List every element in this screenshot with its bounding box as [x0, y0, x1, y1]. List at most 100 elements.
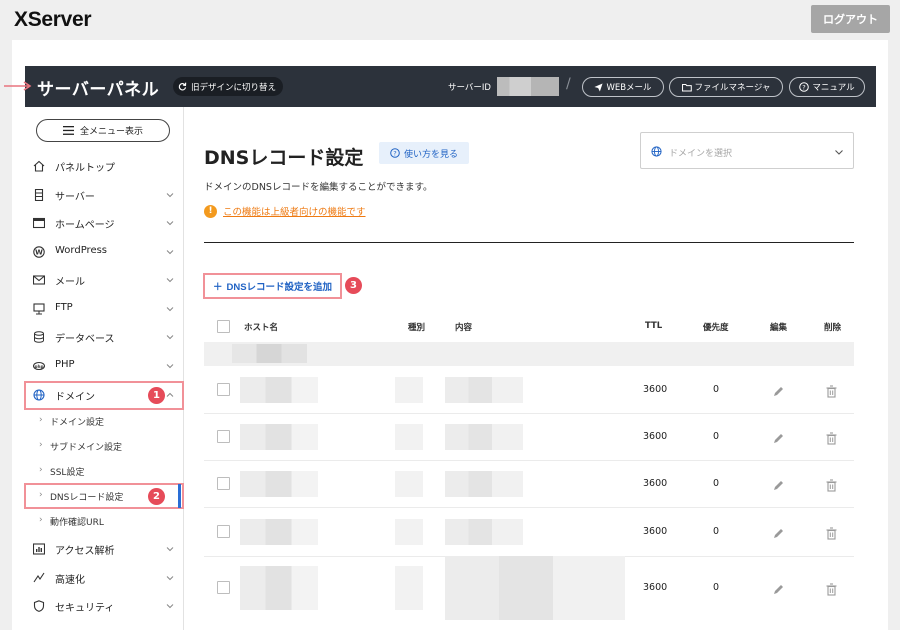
row-priority: 0 [713, 526, 720, 537]
edit-icon[interactable] [772, 581, 785, 594]
manual-label: マニュアル [812, 83, 855, 93]
chevron-right-icon: › [39, 465, 43, 475]
sidebar-item-panel-top[interactable]: パネルトップ [25, 152, 183, 180]
chevron-down-icon [166, 221, 174, 226]
column-header-ttl: TTL [645, 321, 663, 331]
edit-icon[interactable] [772, 477, 785, 490]
column-header-type: 種別 [408, 323, 426, 333]
active-indicator [178, 484, 181, 508]
redacted-type [395, 424, 423, 450]
column-header-delete: 削除 [824, 323, 842, 333]
window-icon [33, 217, 45, 229]
domain-select-placeholder: ドメインを選択 [669, 149, 733, 159]
sidebar-item-security[interactable]: セキュリティ [25, 592, 183, 620]
sidebar-sub-test-url[interactable]: › 動作確認URL [25, 510, 183, 534]
wordpress-icon: W [33, 246, 45, 258]
sidebar-item-label: メール [55, 277, 85, 288]
sidebar-item-database[interactable]: データベース [25, 323, 183, 351]
row-checkbox[interactable] [217, 383, 230, 396]
file-manager-button[interactable]: ファイルマネージャ [669, 77, 783, 97]
webmail-label: WEBメール [606, 83, 652, 93]
sidebar-item-server[interactable]: サーバー [25, 181, 183, 209]
howto-button[interactable]: ? 使い方を見る [379, 142, 469, 164]
sub-item-label: ドメイン設定 [50, 418, 105, 428]
row-ttl: 3600 [643, 384, 668, 395]
chevron-down-icon [166, 576, 174, 581]
sidebar-item-php[interactable]: php PHP [25, 352, 183, 380]
sidebar-item-access-analysis[interactable]: アクセス解析 [25, 535, 183, 563]
redacted-content [445, 556, 625, 620]
sidebar-sub-subdomain-settings[interactable]: › サブドメイン設定 [25, 435, 183, 459]
chevron-down-icon [166, 364, 174, 369]
file-manager-label[interactable]: ファイルマネージャ [695, 81, 771, 93]
webmail-button[interactable]: WEBメール [582, 77, 664, 97]
row-checkbox[interactable] [217, 581, 230, 594]
edit-icon[interactable] [772, 383, 785, 396]
chevron-down-icon [835, 150, 843, 155]
annotation-badge-1: 1 [148, 387, 165, 404]
row-separator [204, 460, 854, 461]
page-title: DNSレコード設定 [204, 147, 364, 169]
separator-slash: / [566, 76, 571, 92]
sidebar-item-label: FTP [55, 302, 73, 313]
trash-icon[interactable] [825, 477, 838, 492]
warning-icon: ! [204, 204, 217, 218]
chevron-down-icon [166, 604, 174, 609]
row-priority: 0 [713, 582, 720, 593]
redacted-content [445, 377, 523, 403]
redacted-domain-name [232, 344, 307, 363]
chevron-right-icon: › [39, 515, 43, 525]
logout-button[interactable]: ログアウト [811, 5, 890, 33]
manual-button[interactable]: ? マニュアル [789, 77, 865, 97]
sidebar-item-label: PHP [55, 359, 75, 370]
warning-link[interactable]: この機能は上級者向けの機能です [223, 204, 366, 218]
add-dns-record-button[interactable]: ＋ DNSレコード設定を追加 [203, 273, 342, 299]
sidebar-item-homepage[interactable]: ホームページ [25, 209, 183, 237]
sidebar-item-wordpress[interactable]: W WordPress [25, 238, 183, 266]
shield-icon [33, 600, 45, 612]
trash-icon[interactable] [825, 581, 838, 596]
sidebar-item-speedup[interactable]: 高速化 [25, 564, 183, 592]
redacted-host [240, 519, 318, 545]
chevron-down-icon [166, 307, 174, 312]
sidebar-item-label: サーバー [55, 192, 95, 203]
server-icon [34, 189, 44, 201]
select-all-checkbox[interactable] [217, 320, 230, 333]
sidebar-item-ftp[interactable]: FTP [25, 295, 183, 323]
sidebar-sub-domain-settings[interactable]: › ドメイン設定 [25, 410, 183, 434]
redacted-host [240, 424, 318, 450]
chart-icon [33, 543, 45, 555]
php-icon: php [33, 361, 45, 371]
row-checkbox[interactable] [217, 477, 230, 490]
old-design-button[interactable]: 旧デザインに切り替え [173, 77, 284, 96]
sub-item-label: サブドメイン設定 [50, 443, 123, 453]
folder-icon [681, 83, 692, 92]
chevron-right-icon: › [39, 440, 43, 450]
row-priority: 0 [713, 431, 720, 442]
section-divider [204, 242, 854, 243]
trash-icon[interactable] [825, 383, 838, 398]
sidebar-item-label: WordPress [55, 245, 108, 256]
chevron-down-icon [166, 250, 174, 255]
all-menu-label: 全メニュー表示 [79, 127, 143, 137]
domain-select[interactable]: ドメインを選択 [640, 132, 854, 169]
top-bar [0, 0, 900, 40]
row-checkbox[interactable] [217, 430, 230, 443]
trash-icon[interactable] [825, 430, 838, 445]
svg-text:?: ? [803, 84, 806, 92]
edit-icon[interactable] [772, 430, 785, 443]
redacted-type [395, 566, 423, 610]
sub-item-label: 動作確認URL [50, 518, 104, 528]
redacted-type [395, 377, 423, 403]
sidebar-sub-ssl-settings[interactable]: › SSL設定 [25, 460, 183, 484]
xserver-logo[interactable]: XServer [14, 8, 92, 32]
column-header-content: 内容 [455, 323, 473, 333]
sidebar-item-label: セキュリティ [55, 603, 115, 614]
sidebar-item-mail[interactable]: メール [25, 266, 183, 294]
row-checkbox[interactable] [217, 525, 230, 538]
sidebar-item-label: 高速化 [55, 575, 85, 586]
edit-icon[interactable] [772, 525, 785, 538]
old-design-label: 旧デザインに切り替え [191, 82, 277, 93]
all-menu-button[interactable]: 全メニュー表示 [36, 119, 170, 142]
trash-icon[interactable] [825, 525, 838, 540]
